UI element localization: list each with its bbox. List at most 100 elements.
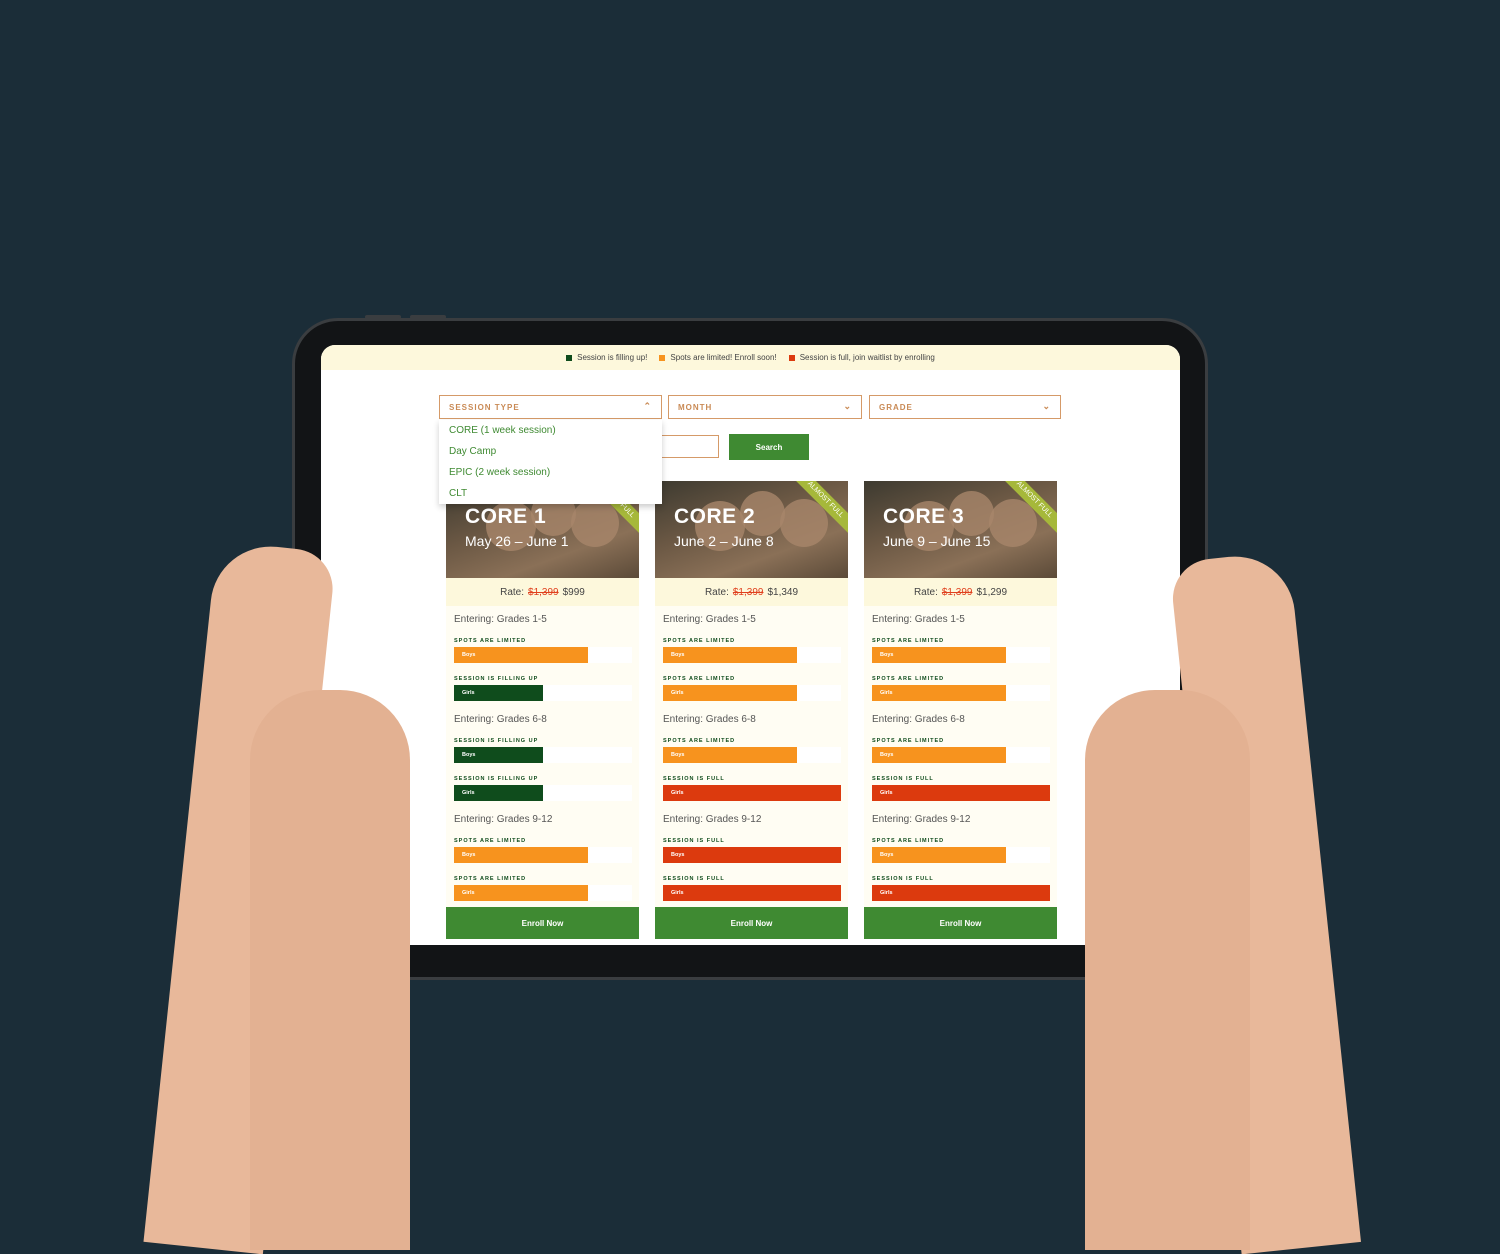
availability-bar: Girls (454, 885, 632, 901)
availability-fill: Girls (872, 785, 1050, 801)
price: $1,349 (767, 586, 799, 598)
session-dates: May 26 – June 1 (465, 533, 569, 549)
availability-fill: Boys (872, 847, 1006, 863)
rate-row: Rate: $1,399 $1,349 (655, 578, 848, 606)
grade-heading: Entering: Grades 9-12 (454, 814, 553, 825)
availability-fill: Girls (454, 685, 543, 701)
availability-bar: Boys (872, 747, 1050, 763)
grade-heading: Entering: Grades 1-5 (454, 614, 547, 625)
availability-fill: Boys (454, 847, 588, 863)
old-price: $1,399 (528, 586, 559, 598)
menu-item-day-camp[interactable]: Day Camp (439, 446, 662, 467)
session-card: CORE 2 June 2 – June 8 ALMOST FULL Rate: $1,… (655, 481, 848, 939)
rate-row: Rate: $1,399 $1,299 (864, 578, 1057, 606)
session-card: CORE 1May 26 – June 1ALMOST FULLRate:$1,… (446, 481, 639, 939)
grade-heading: Entering: Grades 6-8 (454, 714, 547, 725)
grade-heading: Entering: Grades 9-12 (872, 814, 971, 825)
enroll-now-button[interactable]: Enroll Now (446, 907, 639, 939)
availability-fill: Girls (872, 685, 1006, 701)
rate-label: Rate: (500, 586, 525, 598)
session-photo: CORE 3 June 9 – June 15 ALMOST FULL (864, 481, 1057, 578)
availability-bar: Girls (663, 785, 841, 801)
old-price: $1,399 (941, 586, 973, 598)
availability-bar: Girls (872, 685, 1050, 701)
availability-fill: Girls (663, 885, 841, 901)
availability-fill: Boys (663, 647, 797, 663)
status-label: SESSION IS FULL (872, 776, 934, 782)
chevron-down-icon: ⌄ (843, 401, 852, 411)
availability-fill: Boys (663, 747, 797, 763)
grade-heading: Entering: Grades 9-12 (663, 814, 762, 825)
price: $1,299 (976, 586, 1008, 598)
menu-item-core[interactable]: CORE (1 week session) (439, 425, 662, 446)
status-label: SPOTS ARE LIMITED (872, 638, 945, 644)
menu-item-clt[interactable]: CLT (439, 488, 662, 509)
availability-bar: Girls (454, 685, 632, 701)
month-dropdown[interactable]: MONTH ⌄ (668, 395, 862, 419)
session-dates: June 2 – June 8 (674, 533, 774, 549)
availability-bar: Boys (663, 747, 841, 763)
legend-label: Session is full, join waitlist by enroll… (799, 353, 935, 362)
availability-fill: Boys (663, 847, 841, 863)
status-label: SESSION IS FULL (663, 776, 725, 782)
status-label: SPOTS ARE LIMITED (872, 676, 945, 682)
availability-fill: Boys (454, 647, 588, 663)
grade-heading: Entering: Grades 6-8 (663, 714, 756, 725)
enroll-now-button[interactable]: Enroll Now (655, 907, 848, 939)
legend-item: Session is filling up! (566, 353, 647, 362)
status-label: SESSION IS FULL (663, 838, 725, 844)
status-label: SPOTS ARE LIMITED (454, 838, 527, 844)
search-button[interactable]: Search (729, 434, 809, 460)
session-type-dropdown[interactable]: SESSION TYPE ⌃ (439, 395, 662, 419)
rate-row: Rate: $1,399 $999 (446, 578, 639, 606)
status-label: SESSION IS FULL (663, 876, 725, 882)
status-label: SESSION IS FILLING UP (454, 776, 539, 782)
dropdown-label: MONTH (678, 403, 713, 412)
grade-heading: Entering: Grades 1-5 (872, 614, 965, 625)
session-dates: June 9 – June 15 (883, 533, 991, 549)
availability-fill: Boys (872, 747, 1006, 763)
grade-heading: Entering: Grades 6-8 (872, 714, 965, 725)
availability-bar: Boys (454, 847, 632, 863)
price: $999 (562, 586, 585, 598)
rate-label: Rate: (913, 586, 938, 598)
screen: Session is filling up! Spots are limited!… (321, 345, 1180, 945)
rate-label: Rate: (704, 586, 729, 598)
availability-fill: Girls (663, 785, 841, 801)
availability-bar: Boys (663, 847, 841, 863)
status-label: SPOTS ARE LIMITED (454, 638, 527, 644)
grade-dropdown[interactable]: GRADE ⌄ (869, 395, 1061, 419)
enroll-now-button[interactable]: Enroll Now (864, 907, 1057, 939)
status-label: SESSION IS FILLING UP (454, 738, 539, 744)
grade-heading: Entering: Grades 1-5 (663, 614, 756, 625)
availability-fill: Boys (872, 647, 1006, 663)
availability-bar: Boys (872, 847, 1050, 863)
session-title: CORE 3 (883, 505, 965, 528)
status-label: SESSION IS FILLING UP (454, 676, 539, 682)
availability-bar: Boys (872, 647, 1050, 663)
availability-fill: Girls (663, 685, 797, 701)
status-label: SESSION IS FULL (872, 876, 934, 882)
availability-bar: Girls (454, 785, 632, 801)
status-label: SPOTS ARE LIMITED (663, 738, 736, 744)
legend-item: Spots are limited! Enroll soon! (659, 353, 777, 362)
session-title: CORE 2 (674, 505, 756, 528)
availability-bar: Boys (454, 747, 632, 763)
availability-fill: Boys (454, 747, 543, 763)
availability-bar: Boys (663, 647, 841, 663)
menu-item-epic[interactable]: EPIC (2 week session) (439, 467, 662, 488)
legend-swatch (566, 354, 573, 361)
session-photo: CORE 2 June 2 – June 8 ALMOST FULL (655, 481, 848, 578)
availability-bar: Girls (872, 885, 1050, 901)
availability-bar: Girls (663, 885, 841, 901)
left-thumb (250, 690, 410, 1250)
availability-fill: Girls (454, 885, 588, 901)
legend-swatch (659, 354, 666, 361)
status-legend: Session is filling up! Spots are limited!… (321, 345, 1180, 370)
legend-label: Spots are limited! Enroll soon! (670, 353, 777, 362)
chevron-up-icon: ⌃ (643, 401, 652, 411)
dropdown-label: SESSION TYPE (449, 403, 520, 412)
chevron-down-icon: ⌄ (1042, 401, 1051, 411)
status-label: SPOTS ARE LIMITED (454, 876, 527, 882)
legend-item: Session is full, join waitlist by enroll… (788, 353, 935, 362)
